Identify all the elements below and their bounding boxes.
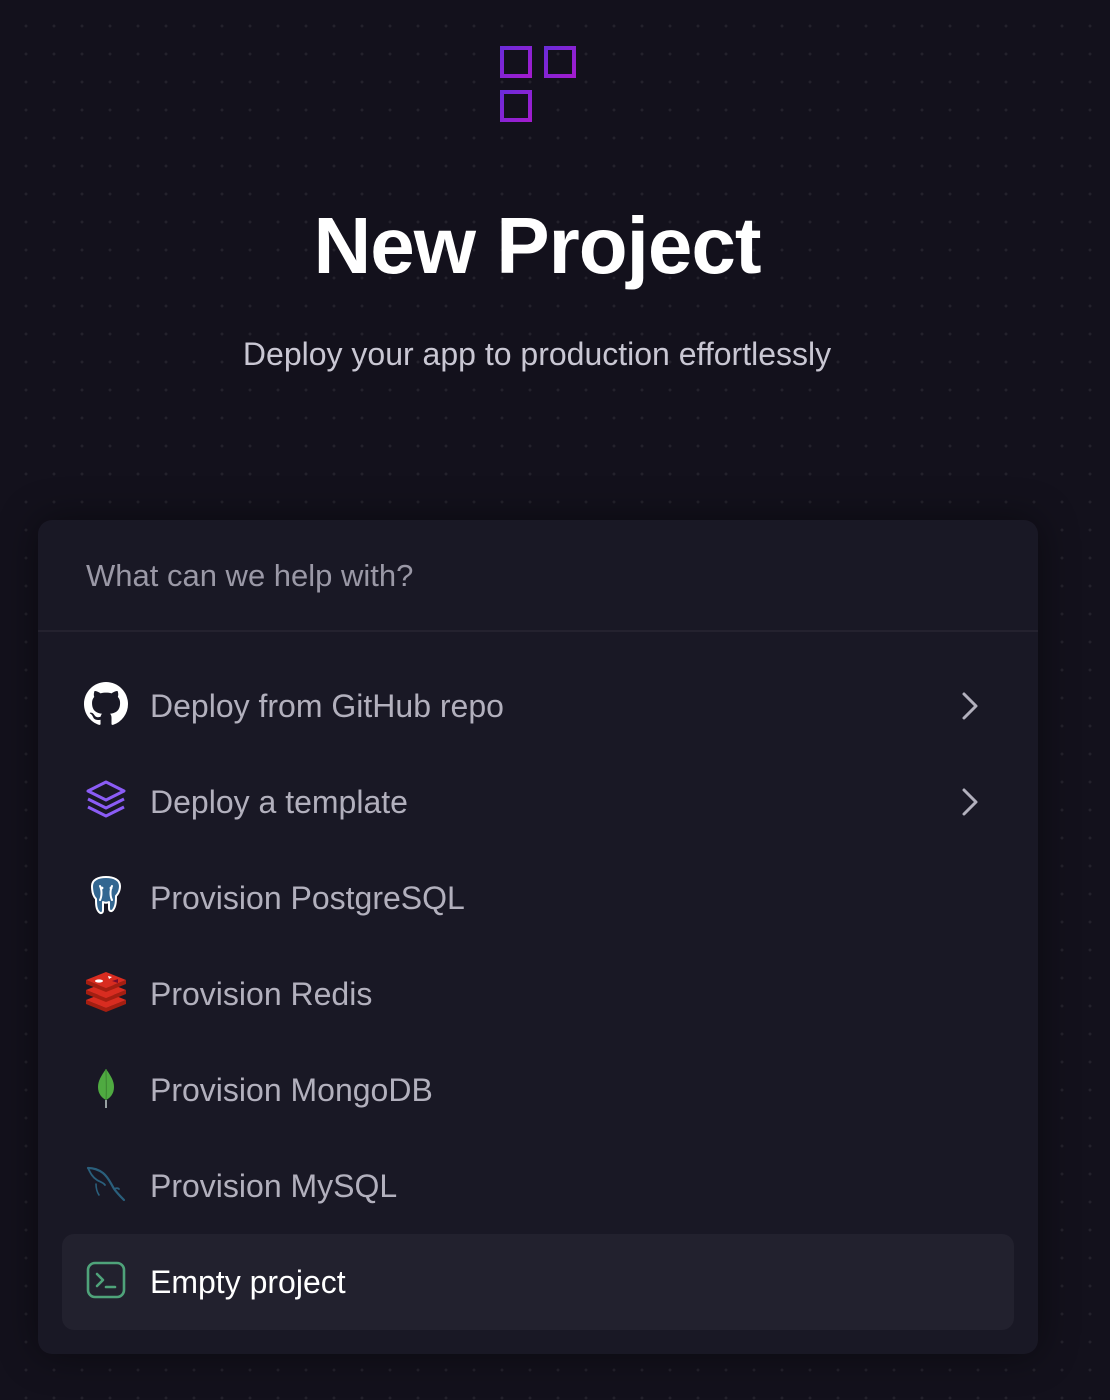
redis-icon: [84, 970, 128, 1014]
menu-item-label: Empty project: [150, 1264, 346, 1300]
search-bar: [38, 520, 1038, 632]
logo-icon: [498, 44, 578, 124]
menu-item-template[interactable]: Deploy a template: [62, 754, 1014, 850]
postgresql-icon: [84, 874, 128, 918]
menu-item-label: Deploy from GitHub repo: [150, 688, 504, 724]
terminal-icon: [84, 1258, 128, 1302]
mysql-icon: [84, 1162, 128, 1206]
github-icon: [84, 682, 128, 726]
menu-item-label: Provision Redis: [150, 976, 373, 1012]
menu-item-github[interactable]: Deploy from GitHub repo: [62, 658, 1014, 754]
page-title: New Project: [313, 201, 762, 290]
mongodb-icon: [84, 1066, 128, 1110]
menu-item-label: Provision PostgreSQL: [150, 880, 465, 916]
menu-item-empty-project[interactable]: Empty project: [62, 1234, 1014, 1330]
chevron-right-icon: [954, 784, 986, 820]
layers-icon: [84, 778, 128, 822]
menu-item-redis[interactable]: Provision Redis: [62, 946, 1014, 1042]
menu-item-label: Deploy a template: [150, 784, 408, 820]
menu-item-label: Provision MongoDB: [150, 1072, 433, 1108]
menu-item-label: Provision MySQL: [150, 1168, 398, 1204]
page-subtitle: Deploy your app to production effortless…: [242, 336, 832, 372]
command-panel: Deploy from GitHub repo Deploy a templat…: [38, 520, 1038, 1354]
search-input[interactable]: [86, 548, 986, 604]
menu-item-mongodb[interactable]: Provision MongoDB: [62, 1042, 1014, 1138]
menu-item-mysql[interactable]: Provision MySQL: [62, 1138, 1014, 1234]
chevron-right-icon: [954, 688, 986, 724]
menu-item-postgresql[interactable]: Provision PostgreSQL: [62, 850, 1014, 946]
